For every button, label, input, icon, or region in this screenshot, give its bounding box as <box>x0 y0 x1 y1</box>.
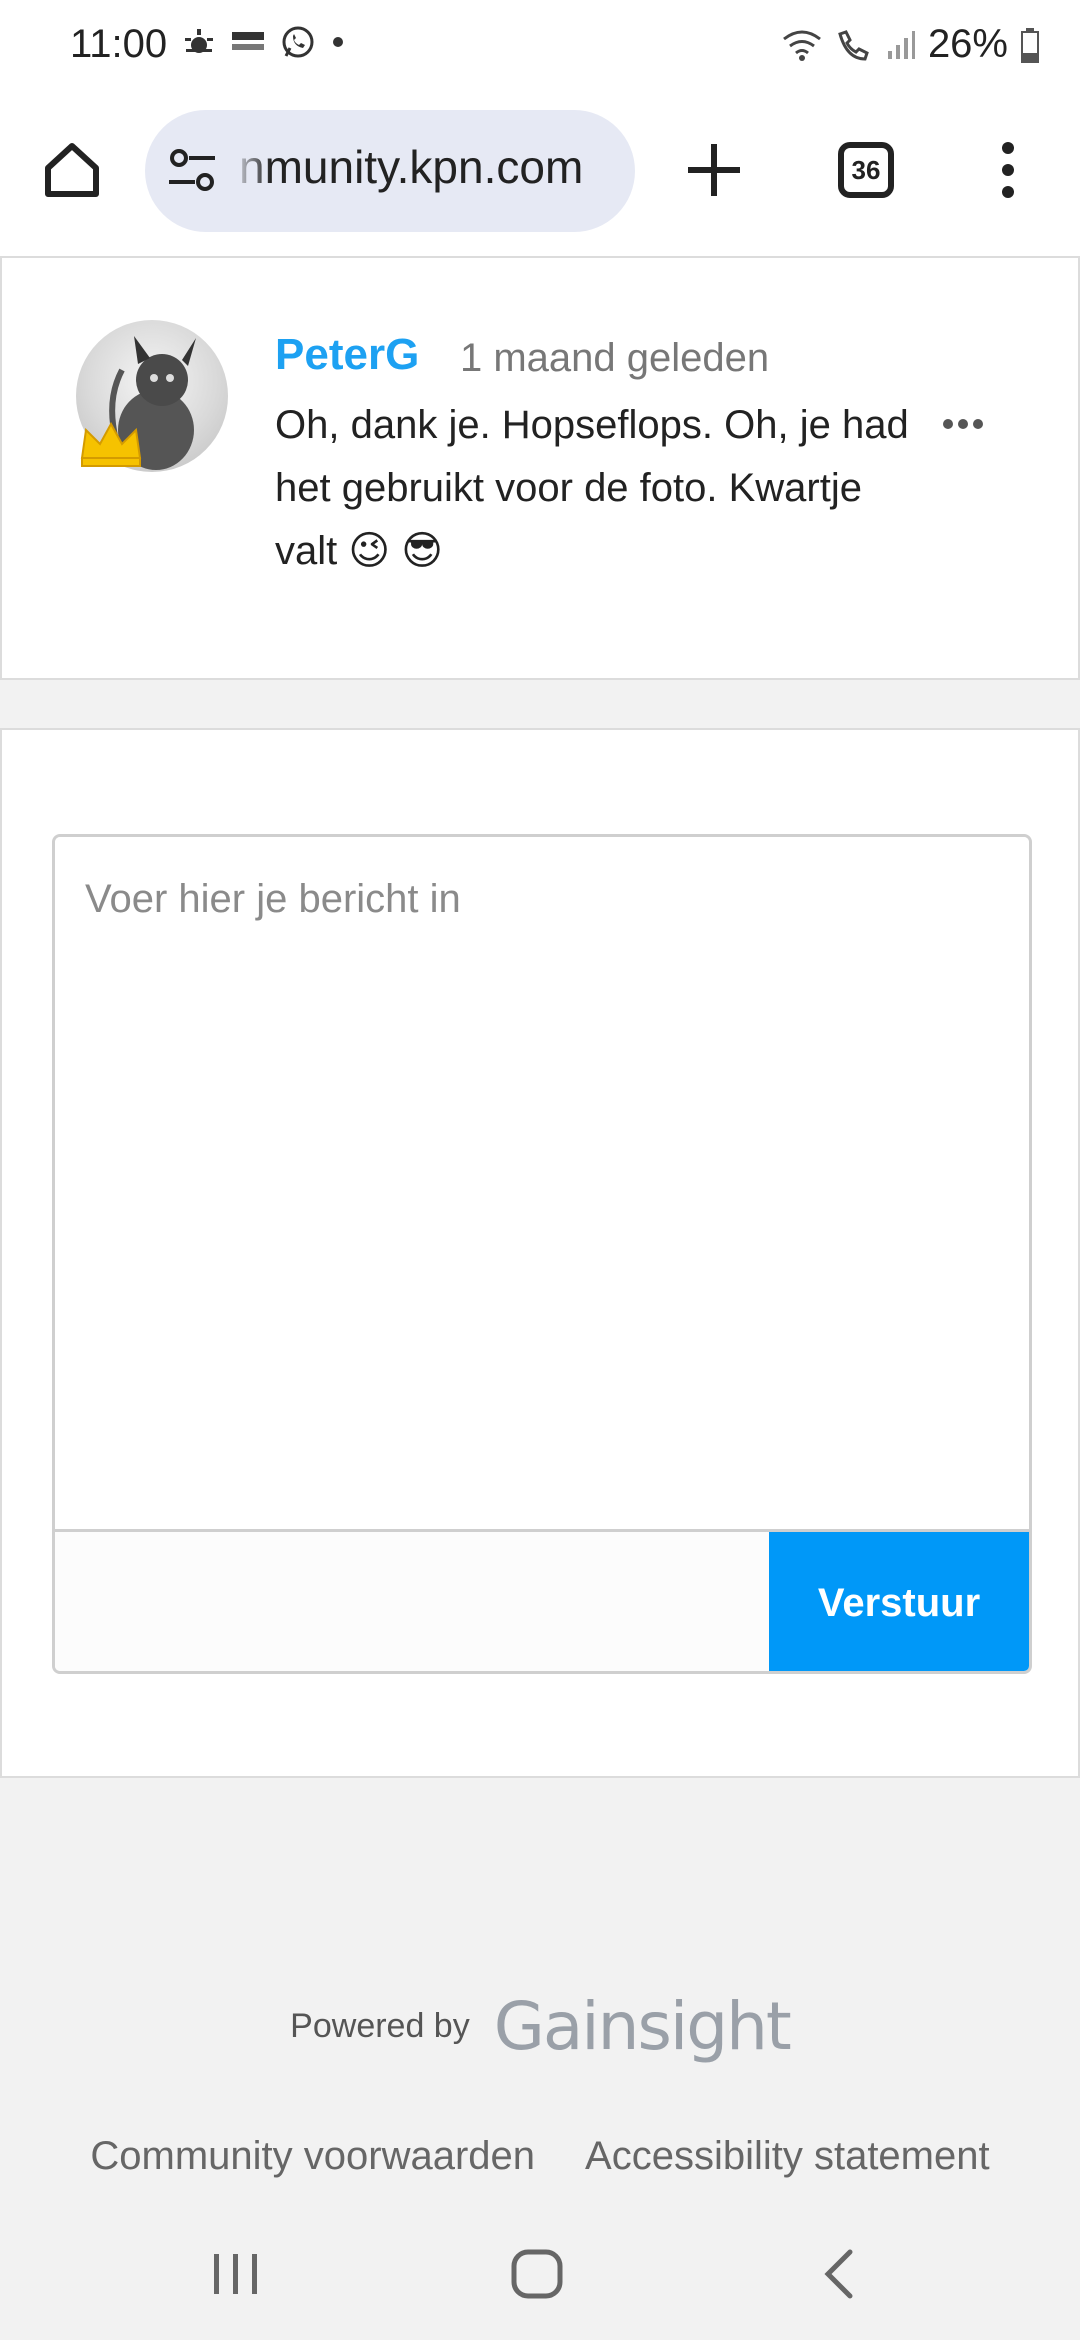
comment-card: PeterG 1 maand geleden Oh, dank je. Hops… <box>0 256 1080 680</box>
recent-apps-icon[interactable] <box>206 2244 266 2304</box>
powered-by: Powered by Gainsight <box>0 1986 1080 2066</box>
nos-news-icon <box>232 32 264 50</box>
whatsapp-icon <box>282 26 314 58</box>
status-bar: 11:00 26% <box>0 0 1080 92</box>
url-fade <box>231 130 271 210</box>
wifi-call-icon <box>838 29 869 61</box>
footer-links: Community voorwaarden Accessibility stat… <box>0 2134 1080 2179</box>
home-nav-icon[interactable] <box>508 2244 568 2304</box>
plus-icon[interactable] <box>686 142 742 198</box>
home-icon[interactable] <box>40 138 104 202</box>
back-icon[interactable] <box>812 2244 872 2304</box>
address-bar[interactable]: nmunity.kpn.com <box>145 110 635 232</box>
comment-text: Oh, dank je. Hopseflops. Oh, je had het … <box>275 394 935 583</box>
post-timestamp: 1 maand geleden <box>460 336 770 380</box>
status-notification-icons <box>182 24 346 60</box>
gainsight-logo[interactable]: Gainsight <box>494 1988 792 2065</box>
wifi-icon <box>783 30 821 61</box>
powered-by-text: Powered by <box>290 2006 470 2045</box>
status-time: 11:00 <box>70 22 168 66</box>
community-terms-link[interactable]: Community voorwaarden <box>90 2134 535 2179</box>
send-button[interactable]: Verstuur <box>769 1532 1029 1671</box>
reply-editor: Verstuur <box>52 834 1032 1674</box>
accessibility-statement-link[interactable]: Accessibility statement <box>585 2134 990 2179</box>
system-nav-bar <box>0 2200 1080 2340</box>
wink-emoji: 😉 <box>348 529 391 573</box>
url-text[interactable]: nmunity.kpn.com <box>239 140 619 194</box>
signal-icon <box>887 30 915 59</box>
more-horiz-icon[interactable] <box>942 418 984 430</box>
browser-toolbar: nmunity.kpn.com 36 <box>0 92 1080 256</box>
tab-switcher-button[interactable]: 36 <box>838 142 894 198</box>
tab-count: 36 <box>851 154 881 185</box>
message-input[interactable] <box>55 837 1029 1529</box>
more-vert-icon[interactable] <box>996 140 1020 200</box>
reply-footer: Verstuur <box>55 1529 1029 1671</box>
sunglasses-emoji: 😎 <box>401 529 443 573</box>
crown-icon <box>80 421 142 467</box>
author-name[interactable]: PeterG <box>275 330 419 380</box>
battery-icon <box>1021 27 1039 63</box>
site-settings-icon[interactable] <box>167 148 217 194</box>
weather-icon <box>185 29 213 53</box>
notification-dot-icon <box>333 37 343 47</box>
battery-percentage: 26% <box>927 22 1008 66</box>
status-system-icons: 26% <box>782 22 1040 67</box>
reply-card: Verstuur <box>0 728 1080 1778</box>
